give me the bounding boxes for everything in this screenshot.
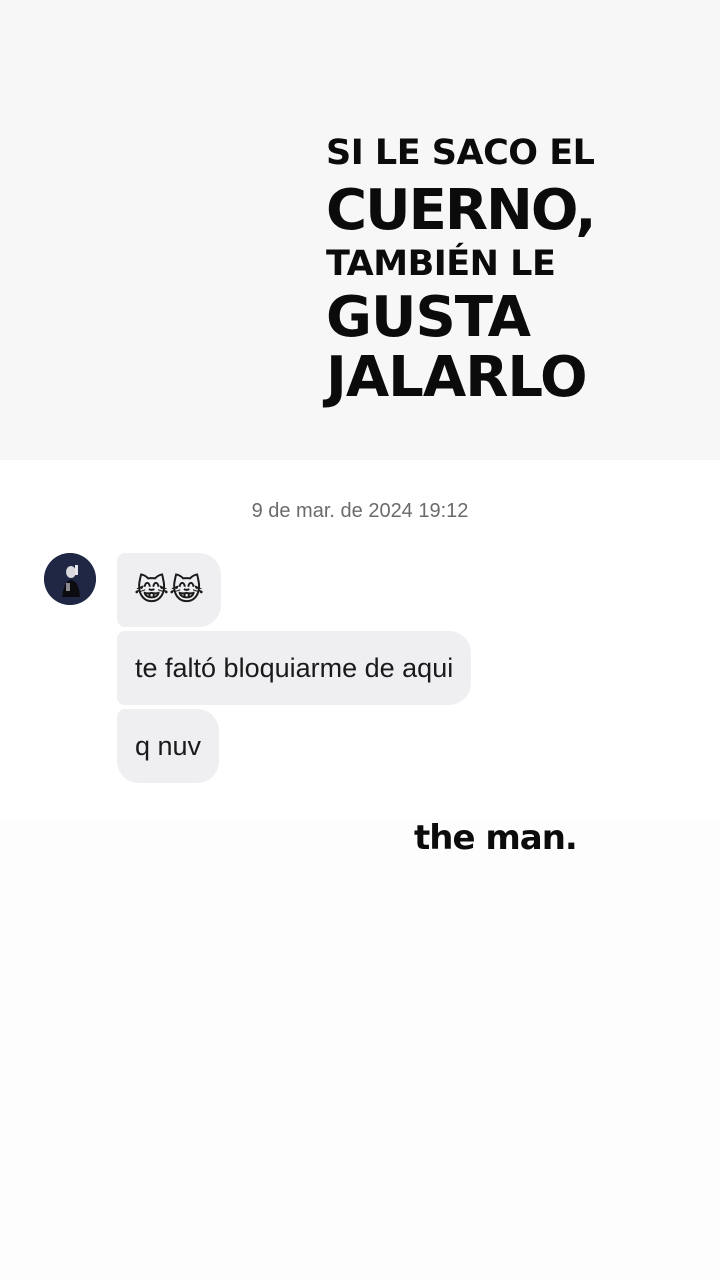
message-text: 😹😹 (133, 573, 205, 607)
profile-photo-icon (44, 553, 96, 605)
message-bubble[interactable]: q nuv (117, 709, 220, 783)
headline-panel: SI LE SACO EL CUERNO, TAMBIÉN LE GUSTA J… (0, 0, 720, 460)
headline-line: SI LE SACO EL (326, 133, 595, 173)
chat-thread: 9 de mar. de 2024 19:12 😹😹 te faltó bloq… (0, 460, 720, 820)
caption: the man. (414, 818, 578, 858)
message-timestamp: 9 de mar. de 2024 19:12 (251, 500, 469, 522)
message-text: te faltó bloquiarme de aqui (135, 652, 454, 683)
headline-line: CUERNO, (326, 178, 596, 243)
message-bubble[interactable]: 😹😹 (117, 553, 221, 627)
headline-line: TAMBIÉN LE (326, 244, 556, 284)
headline: SI LE SACO EL CUERNO, TAMBIÉN LE GUSTA J… (326, 136, 706, 406)
message-text: q nuv (135, 730, 202, 761)
avatar[interactable] (44, 553, 96, 605)
headline-line: JALARLO (326, 345, 588, 410)
message-bubble[interactable]: te faltó bloquiarme de aqui (117, 631, 472, 705)
headline-line: GUSTA (326, 285, 531, 350)
